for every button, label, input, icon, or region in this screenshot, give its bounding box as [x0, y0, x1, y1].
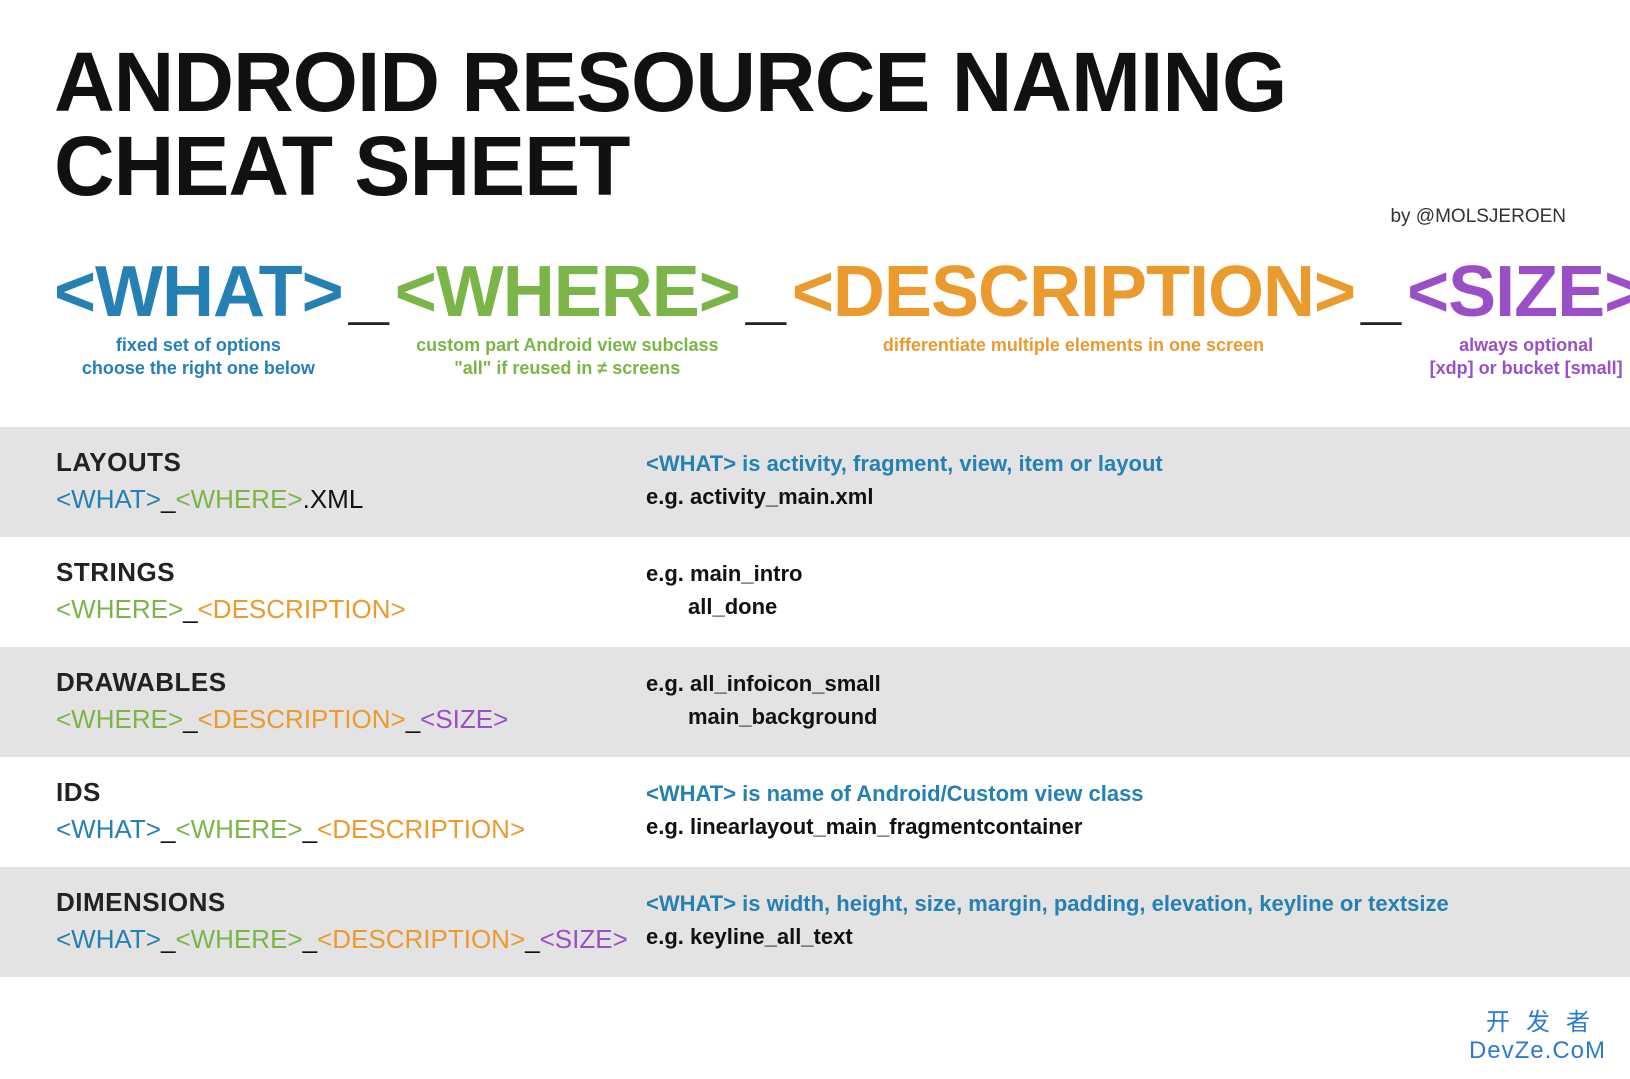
separator-2: _	[744, 256, 788, 328]
token-description: <DESCRIPTION>	[792, 256, 1355, 328]
token-where: <WHERE>	[395, 256, 740, 328]
rule-right: <WHAT> is activity, fragment, view, item…	[646, 447, 1574, 515]
rule-left: LAYOUTS <WHAT>_<WHERE>.XML	[56, 447, 646, 515]
rule-right: <WHAT> is name of Android/Custom view cl…	[646, 777, 1574, 845]
desc-size: always optional[xdp] or bucket [small]	[1430, 334, 1623, 379]
what-note: <WHAT> is width, height, size, margin, p…	[646, 887, 1574, 920]
page-title: ANDROID RESOURCE NAMING CHEAT SHEET	[54, 40, 1576, 208]
separator-3: _	[1359, 256, 1403, 328]
pattern-text: <WHAT>_<WHERE>.XML	[56, 484, 646, 515]
desc-description: differentiate multiple elements in one s…	[883, 334, 1264, 357]
example-2: all_done	[646, 590, 1574, 623]
example-1: e.g. activity_main.xml	[646, 480, 1574, 513]
watermark: 开发者 DevZe.CoM	[1469, 1002, 1606, 1065]
category-label: STRINGS	[56, 557, 646, 588]
formula-size: <SIZE> always optional[xdp] or bucket [s…	[1407, 256, 1630, 379]
rule-right: <WHAT> is width, height, size, margin, p…	[646, 887, 1574, 955]
category-label: IDS	[56, 777, 646, 808]
token-what: <WHAT>	[54, 256, 343, 328]
formula-where: <WHERE> custom part Android view subclas…	[395, 256, 740, 379]
category-label: DRAWABLES	[56, 667, 646, 698]
token-size: <SIZE>	[1407, 256, 1630, 328]
what-note: <WHAT> is activity, fragment, view, item…	[646, 447, 1574, 480]
pattern-text: <WHAT>_<WHERE>_<DESCRIPTION>_<SIZE>	[56, 924, 646, 955]
example-2: main_background	[646, 700, 1574, 733]
category-label: LAYOUTS	[56, 447, 646, 478]
rule-right: e.g. main_introall_done	[646, 557, 1574, 625]
rule-row: STRINGS <WHERE>_<DESCRIPTION>e.g. main_in…	[0, 537, 1630, 647]
pattern-text: <WHERE>_<DESCRIPTION>	[56, 594, 646, 625]
desc-what: fixed set of optionschoose the right one…	[82, 334, 315, 379]
watermark-line2: DevZe.CoM	[1469, 1037, 1606, 1065]
pattern-text: <WHERE>_<DESCRIPTION>_<SIZE>	[56, 704, 646, 735]
what-note: <WHAT> is name of Android/Custom view cl…	[646, 777, 1574, 810]
separator-1: _	[347, 256, 391, 328]
rule-row: IDS <WHAT>_<WHERE>_<DESCRIPTION><WHAT> is…	[0, 757, 1630, 867]
example-1: e.g. all_infoicon_small	[646, 667, 1574, 700]
rule-row: DIMENSIONS <WHAT>_<WHERE>_<DESCRIPTION>_<…	[0, 867, 1630, 977]
rule-right: e.g. all_infoicon_smallmain_background	[646, 667, 1574, 735]
example-1: e.g. main_intro	[646, 557, 1574, 590]
rule-left: DIMENSIONS <WHAT>_<WHERE>_<DESCRIPTION>_<…	[56, 887, 646, 955]
example-1: e.g. linearlayout_main_fragmentcontainer	[646, 810, 1574, 843]
example-1: e.g. keyline_all_text	[646, 920, 1574, 953]
pattern-text: <WHAT>_<WHERE>_<DESCRIPTION>	[56, 814, 646, 845]
rule-row: LAYOUTS <WHAT>_<WHERE>.XML<WHAT> is activ…	[0, 427, 1630, 537]
rules-list: LAYOUTS <WHAT>_<WHERE>.XML<WHAT> is activ…	[0, 427, 1630, 977]
formula-row: <WHAT> fixed set of optionschoose the ri…	[54, 256, 1576, 379]
desc-where: custom part Android view subclass"all" i…	[416, 334, 718, 379]
rule-left: DRAWABLES <WHERE>_<DESCRIPTION>_<SIZE>	[56, 667, 646, 735]
rule-row: DRAWABLES <WHERE>_<DESCRIPTION>_<SIZE>e.g…	[0, 647, 1630, 757]
formula-description: <DESCRIPTION> differentiate multiple ele…	[792, 256, 1355, 357]
formula-what: <WHAT> fixed set of optionschoose the ri…	[54, 256, 343, 379]
category-label: DIMENSIONS	[56, 887, 646, 918]
rule-left: STRINGS <WHERE>_<DESCRIPTION>	[56, 557, 646, 625]
watermark-line1: 开发者	[1469, 1002, 1606, 1037]
rule-left: IDS <WHAT>_<WHERE>_<DESCRIPTION>	[56, 777, 646, 845]
